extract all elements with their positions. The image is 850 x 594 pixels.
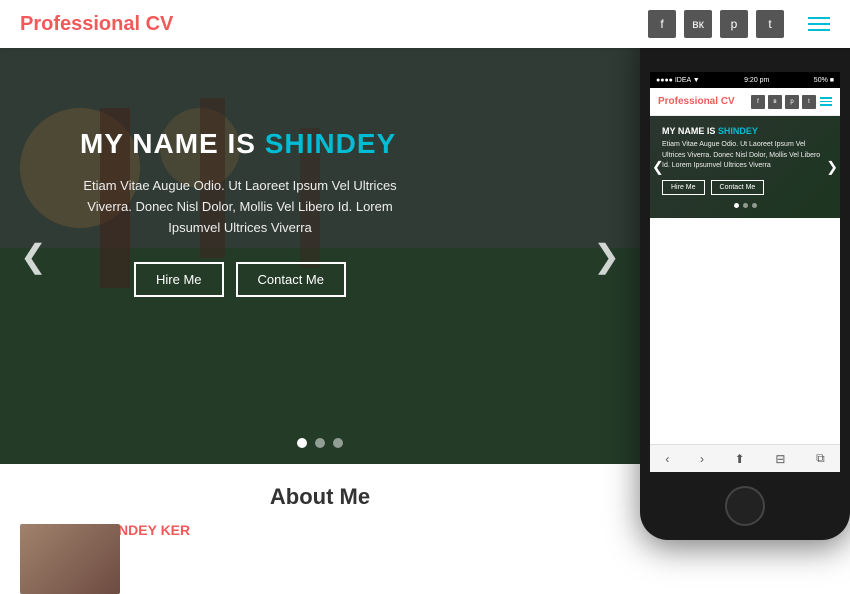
slide-dots <box>297 438 343 448</box>
slide-dot-2[interactable] <box>315 438 325 448</box>
about-title: About Me <box>20 484 620 510</box>
phone-vk-icon[interactable]: в <box>768 95 782 109</box>
about-section: About Me HI, I AM SHINDEY KER <box>0 464 640 558</box>
twitter-icon[interactable]: t <box>756 10 784 38</box>
avatar-image <box>20 524 120 594</box>
prev-slide-arrow[interactable]: ❮ <box>20 237 47 275</box>
contact-me-button[interactable]: Contact Me <box>236 262 346 297</box>
phone-contact-button[interactable]: Contact Me <box>711 180 765 195</box>
phone-dot-2[interactable] <box>743 203 748 208</box>
phone-status-bar: ●●●● IDEA ▼ 9:20 pm 50% ■ <box>650 72 840 88</box>
hero-content: MY NAME IS SHINDEY Etiam Vitae Augue Odi… <box>80 128 400 297</box>
logo-highlight: CV <box>146 13 174 35</box>
hero-buttons: Hire Me Contact Me <box>80 262 400 297</box>
facebook-icon[interactable]: f <box>648 10 676 38</box>
slide-dot-3[interactable] <box>333 438 343 448</box>
phone-hero-title-prefix: MY NAME IS <box>662 126 718 136</box>
hamburger-line-3 <box>808 29 830 31</box>
phone-outer: ●●●● IDEA ▼ 9:20 pm 50% ■ Professional C… <box>640 20 850 540</box>
phone-bookmarks-icon[interactable]: ⊟ <box>775 452 785 466</box>
hero-title-highlight: SHINDEY <box>265 128 396 159</box>
phone-navbar: Professional CV f в p t <box>650 88 840 116</box>
hamburger-line-1 <box>808 17 830 19</box>
phone-prev-arrow[interactable]: ❮ <box>652 158 664 175</box>
pinterest-icon[interactable]: p <box>720 10 748 38</box>
phone-screen: ●●●● IDEA ▼ 9:20 pm 50% ■ Professional C… <box>650 72 840 472</box>
phone-share-icon[interactable]: ⬆ <box>735 452 745 466</box>
logo-text: Professional <box>20 13 146 35</box>
next-slide-arrow[interactable]: ❯ <box>593 237 620 275</box>
about-avatar <box>20 524 120 594</box>
phone-forward-icon[interactable]: › <box>700 452 704 466</box>
logo: Professional CV <box>20 13 173 36</box>
phone-mockup: ●●●● IDEA ▼ 9:20 pm 50% ■ Professional C… <box>640 20 850 540</box>
hero-subtitle: Etiam Vitae Augue Odio. Ut Laoreet Ipsum… <box>80 176 400 238</box>
phone-hamburger-line-3 <box>820 104 832 106</box>
phone-dot-3[interactable] <box>752 203 757 208</box>
phone-hero-text: Etiam Vitae Augue Odio. Ut Laoreet Ipsum… <box>662 140 828 172</box>
phone-dot-1[interactable] <box>734 203 739 208</box>
phone-pinterest-icon[interactable]: p <box>785 95 799 109</box>
hamburger-line-2 <box>808 23 830 25</box>
phone-logo-text: Professional <box>658 96 721 107</box>
phone-hire-button[interactable]: Hire Me <box>662 180 705 195</box>
slide-dot-1[interactable] <box>297 438 307 448</box>
vk-icon[interactable]: вк <box>684 10 712 38</box>
hero-title: MY NAME IS SHINDEY <box>80 128 400 160</box>
phone-browser-bar: ‹ › ⬆ ⊟ ⧉ <box>650 444 840 472</box>
hire-me-button[interactable]: Hire Me <box>134 262 224 297</box>
phone-hero-buttons: Hire Me Contact Me <box>662 180 828 195</box>
phone-logo-highlight: CV <box>721 96 735 107</box>
navbar: Professional CV f вк p t <box>0 0 850 48</box>
phone-home-button[interactable] <box>725 486 765 526</box>
phone-navbar-right: f в p t <box>751 95 832 109</box>
phone-time: 9:20 pm <box>744 77 769 84</box>
hero-section: MY NAME IS SHINDEY Etiam Vitae Augue Odi… <box>0 48 640 464</box>
phone-twitter-icon[interactable]: t <box>802 95 816 109</box>
phone-next-arrow[interactable]: ❯ <box>826 158 838 175</box>
phone-hamburger-line-1 <box>820 97 832 99</box>
phone-tabs-icon[interactable]: ⧉ <box>816 451 825 466</box>
navbar-right: f вк p t <box>648 10 830 38</box>
phone-battery: 50% ■ <box>814 77 834 84</box>
phone-social-row: f в p t <box>751 95 816 109</box>
phone-signal: ●●●● IDEA ▼ <box>656 77 700 84</box>
phone-logo: Professional CV <box>658 96 735 107</box>
phone-hero-title: MY NAME IS SHINDEY <box>662 126 828 136</box>
phone-hamburger[interactable] <box>820 97 832 106</box>
phone-hero-highlight: SHINDEY <box>718 126 758 136</box>
phone-back-icon[interactable]: ‹ <box>665 452 669 466</box>
phone-dots <box>662 203 828 208</box>
phone-facebook-icon[interactable]: f <box>751 95 765 109</box>
phone-hero: ❮ MY NAME IS SHINDEY Etiam Vitae Augue O… <box>650 116 840 218</box>
hamburger-menu[interactable] <box>808 17 830 31</box>
phone-hamburger-line-2 <box>820 101 832 103</box>
hero-title-prefix: MY NAME IS <box>80 128 265 159</box>
